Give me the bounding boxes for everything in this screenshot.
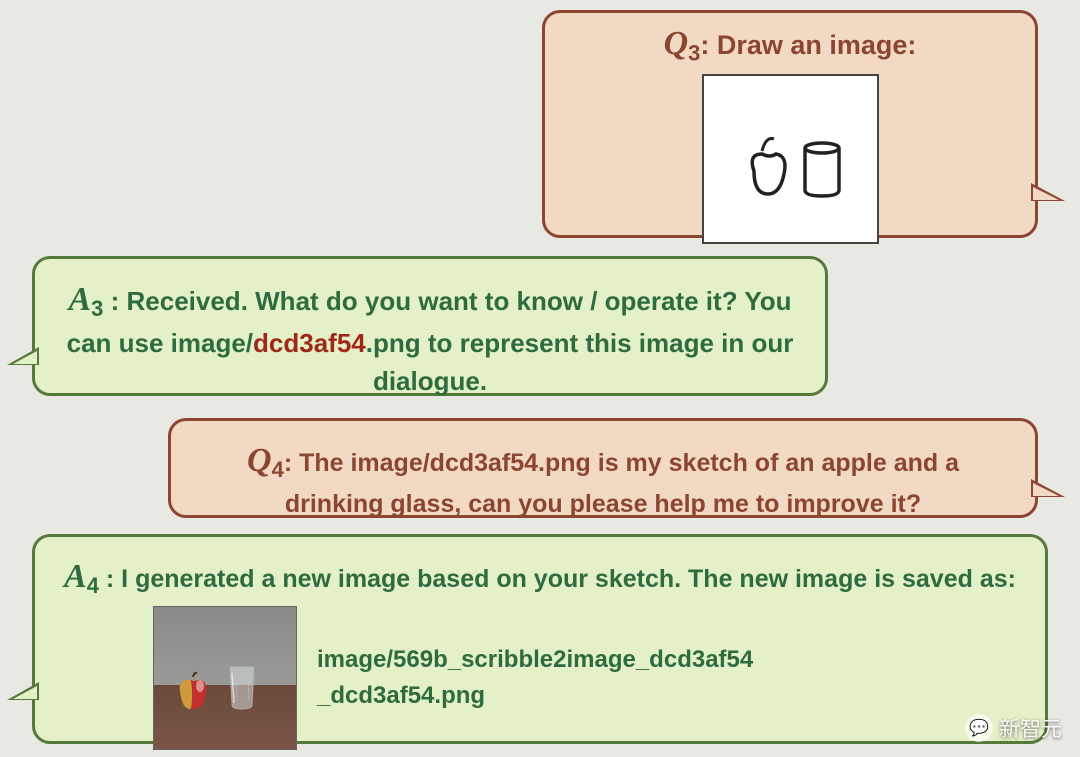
- sketch-drawing-icon: [704, 76, 881, 246]
- q3-header: Q3: Draw an image:: [573, 25, 1007, 66]
- bubble-q4: Q4: The image/dcd3af54.png is my sketch …: [168, 418, 1038, 518]
- dialogue-diagram: Q3: Draw an image: A3 : Received. What d…: [0, 0, 1080, 757]
- bubble-tail-icon: [1031, 479, 1065, 497]
- a4-path-line1: image/569b_scribble2image_dcd3af54: [317, 642, 753, 678]
- q4-text: : The image/dcd3af54.png is my sketch of…: [284, 449, 959, 518]
- a4-path: image/569b_scribble2image_dcd3af54 _dcd3…: [317, 642, 753, 714]
- bubble-a4: A4 : I generated a new image based on yo…: [32, 534, 1048, 744]
- generated-image: [153, 606, 297, 750]
- glass-icon: [226, 665, 258, 711]
- a4-content: image/569b_scribble2image_dcd3af54 _dcd3…: [63, 606, 1017, 750]
- bubble-tail-icon: [1031, 183, 1065, 201]
- a4-subscript: 4: [87, 573, 99, 598]
- watermark: 💬 新智元: [965, 713, 1062, 743]
- a4-path-line2: _dcd3af54.png: [317, 678, 753, 714]
- watermark-text: 新智元: [999, 713, 1062, 743]
- sketch-image: [702, 74, 879, 244]
- a3-label: A: [68, 281, 91, 318]
- a3-highlight: dcd3af54: [253, 328, 366, 358]
- bubble-q3: Q3: Draw an image:: [542, 10, 1038, 238]
- watermark-icon: 💬: [965, 714, 993, 742]
- bubble-tail-icon: [7, 682, 39, 700]
- q4-subscript: 4: [272, 457, 284, 482]
- a4-header: A4 : I generated a new image based on yo…: [63, 551, 1017, 602]
- q3-prompt: : Draw an image:: [700, 30, 916, 60]
- bubble-tail-icon: [7, 347, 39, 365]
- a4-label: A: [64, 558, 87, 595]
- a3-subscript: 3: [91, 296, 103, 321]
- q4-label: Q: [247, 442, 272, 479]
- a4-text-top: : I generated a new image based on your …: [99, 565, 1016, 593]
- bubble-a3: A3 : Received. What do you want to know …: [32, 256, 828, 396]
- a3-text-part2: .png to represent this image in our dial…: [366, 328, 794, 396]
- apple-icon: [172, 671, 214, 711]
- q3-subscript: 3: [688, 40, 700, 65]
- q3-label: Q: [664, 25, 689, 62]
